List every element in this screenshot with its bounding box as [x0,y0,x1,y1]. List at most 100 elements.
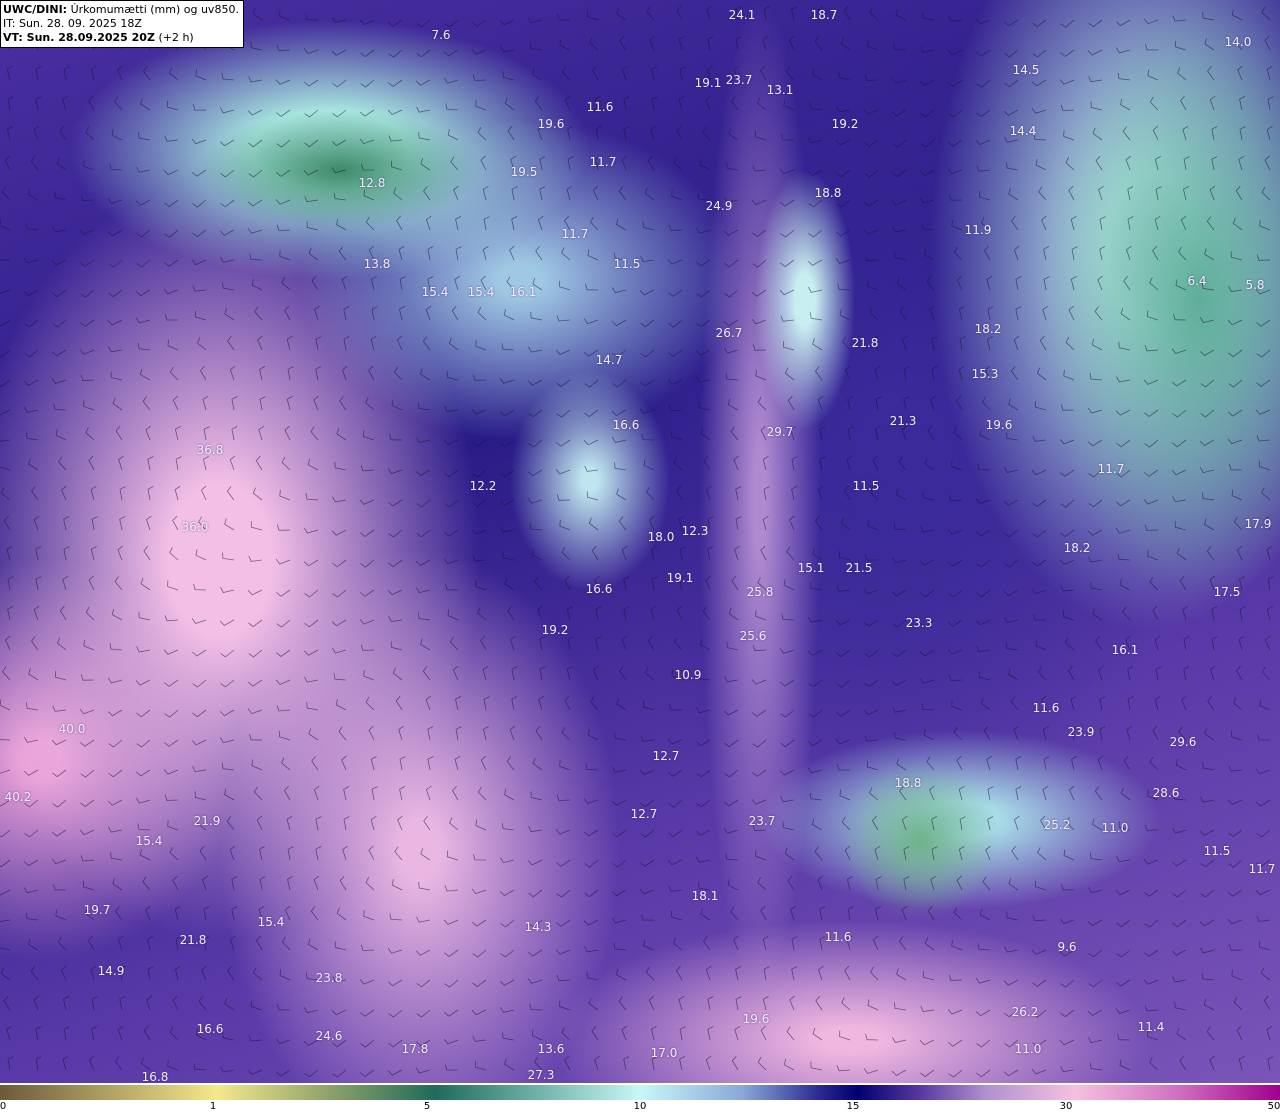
wind-barb [415,559,431,566]
wind-barb [871,815,879,831]
wind-barb [975,1009,991,1017]
wind-barb [922,12,935,21]
wind-barb [254,306,263,321]
map-value-label: 23.3 [905,616,933,630]
wind-barb [841,997,851,1011]
wind-barb [137,342,151,351]
wind-barb [110,371,123,381]
wind-barb [139,849,151,861]
wind-barb [818,965,824,981]
map-value-label: 24.1 [728,8,756,22]
wind-barb [143,546,151,561]
wind-barb [975,18,991,25]
wind-barb [1228,859,1243,868]
wind-barb [339,396,347,411]
wind-barb [529,42,543,51]
wind-barb [760,1025,767,1041]
wind-barb [416,499,431,508]
wind-barb [472,1035,487,1042]
wind-barb [948,589,963,598]
wind-barb [583,797,599,804]
wind-barb [874,426,881,441]
wind-barb [168,67,179,81]
map-value-label: 11.0 [1101,821,1129,835]
wind-barb [164,615,179,622]
wind-barb [305,493,319,501]
wind-barb [1031,588,1047,595]
wind-barb [668,405,683,412]
wind-barb [1087,439,1103,447]
wind-barb [142,396,151,411]
wind-barb [836,679,851,688]
wind-barb [1094,786,1103,801]
wind-barb [787,876,795,891]
wind-barb [136,259,151,268]
wind-barb [1183,636,1190,651]
wind-barb [91,1026,97,1041]
map-value-label: 21.8 [851,336,879,350]
wind-barb [564,95,571,111]
wind-barb [51,739,67,746]
wind-barb [902,335,908,351]
wind-barb [257,335,263,351]
wind-barb [676,125,683,141]
wind-barb [646,6,655,21]
wind-barb [1115,19,1131,27]
wind-barb [1068,665,1075,681]
wind-barb [1089,852,1103,861]
wind-barb [365,397,375,411]
wind-barb [7,96,14,111]
wind-barb [1004,946,1019,953]
wind-barb [591,545,599,561]
wind-barb [1118,341,1131,351]
wind-barb [847,426,854,441]
wind-barb [812,68,823,81]
wind-barb [138,611,151,621]
wind-barb [502,551,515,561]
wind-barb [169,547,179,561]
wind-barb [142,876,151,891]
wind-barb [315,816,322,831]
wind-barb [0,379,11,388]
wind-barb [58,456,67,471]
wind-barb [1068,785,1075,801]
wind-barb [783,579,795,591]
wind-barb [135,289,151,297]
wind-barb [894,732,907,741]
wind-barb [1147,550,1159,561]
wind-barb [163,769,179,775]
wind-barb [388,559,403,568]
map-value-label: 14.9 [97,964,125,978]
wind-barb [817,485,824,501]
wind-barb [539,156,546,171]
wind-barb [947,1008,963,1015]
wind-barb [589,216,599,231]
wind-barb [91,996,98,1011]
wind-barb [846,455,853,471]
wind-barb [734,1025,741,1041]
wind-barb [590,696,599,711]
map-value-label: 19.7 [83,903,111,917]
wind-barb [893,1002,907,1011]
wind-barb [527,497,543,504]
wind-barb [472,374,487,381]
wind-barb [62,1055,69,1071]
wind-barb [640,255,655,263]
wind-barb [561,727,571,741]
wind-barb [304,196,319,203]
wind-barb [727,398,739,411]
wind-barb [865,1033,879,1041]
wind-barb [501,343,515,351]
wind-barb [480,635,487,651]
wind-barb [559,1000,571,1011]
wind-barb [1008,398,1019,411]
wind-barb [304,1069,319,1078]
wind-barb [901,815,908,831]
wind-barb [63,546,70,561]
wind-barb [420,368,431,381]
wind-barb [819,906,826,921]
wind-barb [531,1029,543,1041]
wind-barb [1238,155,1245,171]
wind-barb [1172,379,1187,387]
wind-barb [107,799,123,806]
